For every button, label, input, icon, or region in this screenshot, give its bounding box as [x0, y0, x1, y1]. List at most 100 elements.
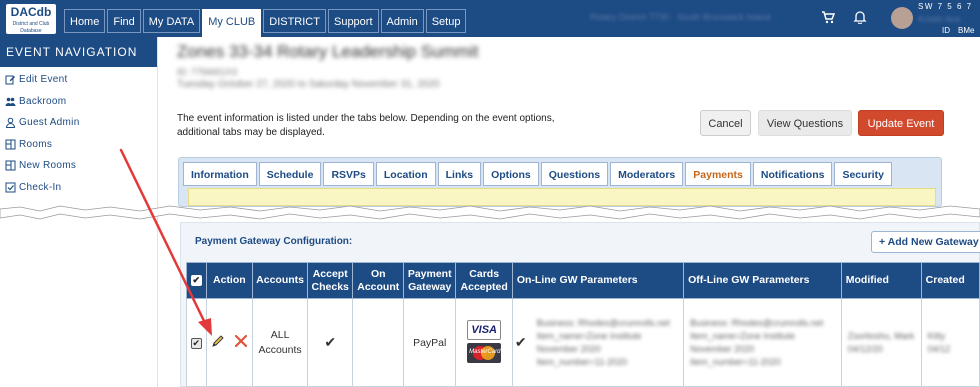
created-cell: Kitty 04/12: [920, 298, 980, 387]
gateway-cell: PayPal: [402, 298, 457, 387]
tab-schedule[interactable]: Schedule: [258, 162, 322, 186]
nav-tab-support[interactable]: Support: [327, 9, 379, 33]
online-check-mark: ✔: [514, 334, 527, 350]
mastercard-label: MasterCard: [469, 348, 501, 355]
bell-icon[interactable]: [852, 10, 868, 26]
modified-text: Zsorlioshu, Mark 04/12/20: [847, 330, 915, 354]
district-text: Rotary District 7730 · South Brunswick I…: [590, 12, 771, 22]
sidebar-item-label: Check-In: [19, 181, 62, 193]
rooms-icon: [5, 160, 16, 171]
sidebar-item-guest-admin[interactable]: Guest Admin: [0, 112, 157, 134]
nav-tab-find[interactable]: Find: [107, 9, 141, 33]
on-account-cell: [352, 298, 404, 387]
torn-edge-divider: [0, 205, 980, 220]
column-header: On Account: [352, 262, 404, 299]
tab-information[interactable]: Information: [183, 162, 257, 186]
tab-questions[interactable]: Questions: [540, 162, 609, 186]
cancel-button[interactable]: Cancel: [700, 110, 751, 136]
column-header: Modified: [840, 262, 922, 299]
event-id: ID: 7756651X3: [177, 67, 238, 77]
cart-icon[interactable]: [820, 10, 836, 26]
sidebar-item-check-in[interactable]: Check-In: [0, 177, 157, 199]
avatar[interactable]: [891, 7, 913, 29]
sidebar-items: Edit Event Backroom Guest Admin Rooms New Ro…: [0, 67, 157, 198]
select-all-checkbox[interactable]: ✔: [190, 275, 202, 286]
dacdb-logo[interactable]: DACdb District and Club Database: [6, 4, 56, 34]
payment-gateway-table: ✔ Action Accounts Accept Checks On Accou…: [186, 262, 980, 387]
column-header: Cards Accepted: [455, 262, 513, 299]
mastercard-icon: MasterCard: [467, 342, 502, 363]
column-header: Created: [920, 262, 980, 299]
sidebar-item-label: Backroom: [19, 95, 67, 107]
bme-label[interactable]: BMe: [958, 26, 974, 35]
sidebar-item-new-rooms[interactable]: New Rooms: [0, 155, 157, 177]
sidebar-item-label: Edit Event: [19, 74, 68, 86]
tab-rsvps[interactable]: RSVPs: [323, 162, 374, 186]
sidebar-item-edit-event[interactable]: Edit Event: [0, 69, 157, 91]
tab-links[interactable]: Links: [437, 162, 482, 186]
event-title: Zones 33-34 Rotary Leadership Summit: [177, 42, 479, 61]
accept-checks-cell: ✔: [306, 298, 354, 387]
nav-tab-home[interactable]: Home: [64, 9, 106, 33]
nav-tab-district[interactable]: DISTRICT: [263, 9, 326, 33]
tab-location[interactable]: Location: [375, 162, 436, 186]
sw-text: SW 7 5 6 7: [918, 2, 973, 11]
tab-options[interactable]: Options: [483, 162, 539, 186]
sidebar-item-label: Guest Admin: [19, 117, 80, 129]
event-tabs: Information Schedule RSVPs Location Links Opt…: [183, 162, 892, 186]
column-header: Payment Gateway: [402, 262, 457, 299]
column-header: Accept Checks: [306, 262, 354, 299]
nav-tab-my-club[interactable]: My CLUB: [202, 9, 262, 37]
tab-moderators[interactable]: Moderators: [610, 162, 684, 186]
table-row: ✔ ALL Accounts ✔ PayPal VISA MasterCard …: [186, 298, 980, 387]
rooms-icon: [5, 139, 16, 150]
select-all-header[interactable]: ✔: [186, 262, 207, 299]
tab-security[interactable]: Security: [834, 162, 892, 186]
view-questions-button[interactable]: View Questions: [758, 110, 852, 136]
logo-subtext: District and Club Database: [12, 21, 50, 34]
logo-text: DACdb: [10, 5, 52, 19]
info-text: The event information is listed under th…: [177, 113, 555, 138]
tab-notifications[interactable]: Notifications: [752, 162, 833, 186]
online-params-cell: ✔ Business: Rhodes@crumrolls.net Item_na…: [511, 298, 685, 387]
row-checkbox[interactable]: ✔: [190, 337, 202, 349]
column-header: Accounts: [252, 262, 308, 299]
sidebar-item-rooms[interactable]: Rooms: [0, 134, 157, 156]
created-text: Kitty 04/12: [927, 330, 951, 354]
column-header: Action: [205, 262, 254, 299]
edit-pencil-icon[interactable]: [211, 334, 225, 351]
modified-cell: Zsorlioshu, Mark 04/12/20: [840, 298, 922, 387]
sidebar-item-backroom[interactable]: Backroom: [0, 91, 157, 113]
column-header: Off-Line GW Parameters: [683, 262, 842, 299]
sidebar-title: EVENT NAVIGATION: [0, 37, 157, 67]
offline-params-text: Business: Rhodes@crumrolls.net Item_name…: [690, 317, 824, 367]
delete-x-icon[interactable]: [234, 334, 248, 351]
top-navbar: DACdb District and Club Database Home Fin…: [0, 0, 980, 37]
offline-params-cell: Business: Rhodes@crumrolls.net Item_name…: [683, 298, 842, 387]
accounts-cell: ALL Accounts: [252, 298, 308, 387]
id-label[interactable]: ID: [942, 26, 950, 35]
main-nav-tabs: Home Find My DATA My CLUB DISTRICT Support Adm…: [64, 9, 467, 37]
payment-gateway-title: Payment Gateway Configuration:: [195, 236, 353, 247]
user-name: Kristin Ace: [918, 14, 961, 24]
sidebar-item-label: New Rooms: [19, 160, 77, 172]
row-select-cell[interactable]: ✔: [186, 298, 207, 387]
sidebar-item-label: Rooms: [19, 138, 53, 150]
users-icon: [5, 96, 16, 107]
event-dates: Tuesday October 27, 2020 to Saturday Nov…: [177, 79, 440, 90]
visa-card-icon: VISA: [467, 319, 502, 340]
online-params-text: Business: Rhodes@crumrolls.net Item_name…: [536, 317, 670, 367]
nav-tab-setup[interactable]: Setup: [425, 9, 467, 33]
update-event-button[interactable]: Update Event: [858, 110, 944, 136]
add-new-gateway-button[interactable]: + Add New Gateway: [871, 231, 980, 253]
tab-payments[interactable]: Payments: [685, 162, 751, 186]
id-bme: ID BMe: [942, 26, 980, 35]
nav-tab-admin[interactable]: Admin: [380, 9, 424, 33]
column-header: On-Line GW Parameters: [511, 262, 685, 299]
checkbox-icon: [5, 182, 16, 193]
action-cell: [205, 298, 254, 387]
cards-cell: VISA MasterCard: [455, 298, 513, 387]
nav-tab-my-data[interactable]: My DATA: [142, 9, 201, 33]
edit-icon: [5, 74, 16, 85]
user-icon: [5, 117, 16, 129]
